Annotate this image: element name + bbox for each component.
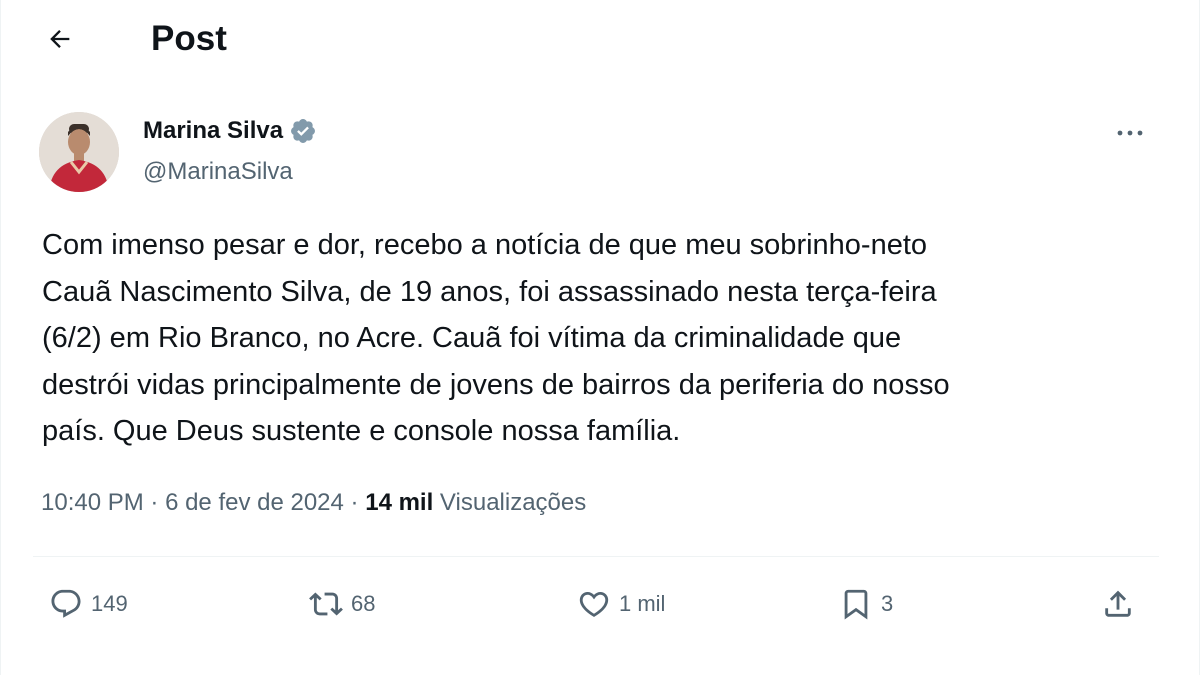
divider: [33, 556, 1159, 557]
reply-count: 149: [91, 591, 128, 616]
repost-icon: [309, 592, 343, 616]
post-meta: 10:40 PM · 6 de fev de 2024 · 14 mil Vis…: [41, 486, 586, 520]
page-header: Post: [1, 0, 1200, 78]
arrow-left-icon: [50, 30, 70, 48]
author-name[interactable]: Marina Silva: [143, 116, 317, 146]
bookmark-button[interactable]: 3: [839, 582, 893, 626]
like-button[interactable]: 1 mil: [577, 582, 665, 626]
like-count: 1 mil: [619, 591, 666, 616]
back-button[interactable]: [37, 18, 83, 60]
views-label: Visualizações: [433, 489, 587, 516]
share-button[interactable]: [1101, 582, 1135, 626]
heart-icon: [579, 591, 609, 617]
action-bar: 149 68 1 mil 3: [1, 578, 1200, 630]
reply-button[interactable]: 149: [49, 582, 128, 626]
share-icon: [1105, 590, 1131, 617]
bookmark-icon: [844, 589, 868, 620]
post-time[interactable]: 10:40 PM: [41, 486, 144, 520]
repost-count: 68: [351, 591, 376, 616]
more-options-button[interactable]: [1109, 118, 1151, 148]
repost-button[interactable]: 68: [309, 582, 375, 626]
bookmark-count: 3: [881, 591, 894, 616]
avatar-image: [39, 112, 119, 192]
avatar[interactable]: [39, 112, 119, 192]
verified-badge-icon: [291, 119, 316, 143]
views-count: 14 mil: [365, 489, 434, 516]
post-date[interactable]: 6 de fev de 2024: [165, 486, 344, 520]
more-horizontal-icon: [1117, 130, 1143, 136]
author-handle[interactable]: @MarinaSilva: [143, 157, 293, 187]
page-title: Post: [151, 19, 227, 58]
post-page: Post Marina Silva @MarinaSilva Com imens…: [0, 0, 1200, 675]
post-text: Com imenso pesar e dor, recebo a notícia…: [42, 229, 950, 447]
author-name-text: Marina Silva: [143, 117, 284, 144]
meta-separator: ·: [143, 489, 166, 516]
reply-icon: [51, 589, 81, 618]
meta-separator: ·: [343, 489, 366, 516]
